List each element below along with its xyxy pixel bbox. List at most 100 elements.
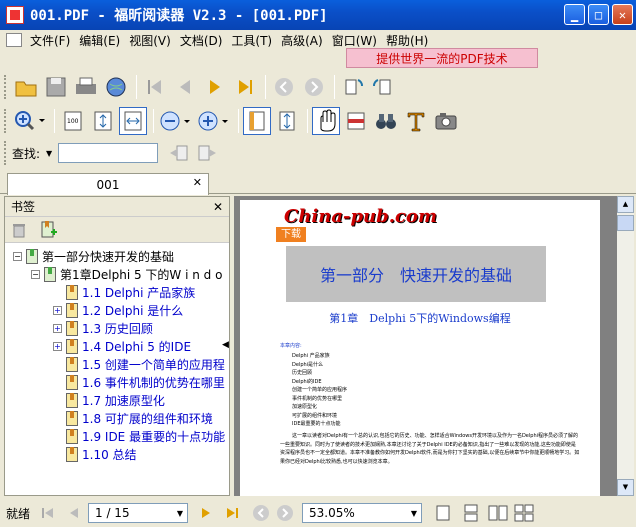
zoom-value: 53.05% — [309, 506, 355, 520]
toolbar-view: 100 — [4, 104, 462, 138]
page-number-input[interactable]: 1 / 15 ▼ — [88, 503, 188, 523]
tree-item[interactable]: 1.6 事件机制的优势在哪里 — [66, 373, 225, 391]
document-icon[interactable] — [6, 33, 22, 47]
fit-width-icon[interactable] — [119, 107, 147, 135]
view-continuous-facing-icon[interactable] — [514, 504, 534, 522]
hand-tool-icon[interactable] — [312, 107, 340, 135]
promo-banner[interactable]: 提供世界一流的PDF技术 — [346, 48, 538, 68]
menu-tools[interactable]: 工具(T) — [231, 32, 281, 49]
view-continuous-icon[interactable] — [462, 504, 480, 522]
status-last-page-icon[interactable] — [224, 505, 240, 521]
add-bookmark-icon[interactable] — [41, 220, 57, 239]
fit-page-icon[interactable] — [89, 107, 117, 135]
tree-item[interactable]: + 1.3 历史回顾 — [53, 319, 153, 337]
print-icon[interactable] — [72, 73, 100, 101]
vertical-scrollbar[interactable]: ▲ ▼ — [617, 196, 634, 496]
back-icon[interactable] — [270, 73, 298, 101]
contents-label: 本章内容: — [280, 343, 302, 349]
view-single-page-icon[interactable] — [434, 504, 452, 522]
find-options-dropdown-icon[interactable]: ▼ — [46, 149, 52, 158]
tree-item[interactable]: 1.10 总结 — [66, 445, 137, 463]
tree-item[interactable]: − 第一部分快速开发的基础 — [13, 247, 174, 265]
chapter-toc: Delphi 产品家族 Delphi是什么 历史回顾 Delphi的IDE 创建… — [292, 352, 347, 429]
collapse-panel-arrow-icon[interactable]: ◀ — [222, 340, 229, 350]
find-next-icon[interactable] — [194, 139, 222, 167]
previous-page-icon[interactable] — [171, 73, 199, 101]
menu-edit[interactable]: 编辑(E) — [79, 32, 129, 49]
tree-item[interactable]: 1.1 Delphi 产品家族 — [66, 283, 195, 301]
title-bar: 001.PDF - 福昕阅读器 V2.3 - [001.PDF] ▁ □ ✕ — [0, 0, 636, 30]
menu-view[interactable]: 视图(V) — [129, 32, 180, 49]
scroll-down-icon[interactable]: ▼ — [617, 479, 634, 496]
tree-item[interactable]: 1.8 可扩展的组件和环境 — [66, 409, 213, 427]
bookmarks-tree: − 第一部分快速开发的基础 − 第1章Delphi 5 下的W i n d o … — [5, 243, 229, 497]
actual-size-icon[interactable]: 100 — [59, 107, 87, 135]
zoom-in-icon[interactable] — [12, 107, 48, 135]
single-page-icon[interactable] — [243, 107, 271, 135]
tab-label: 001 — [96, 177, 120, 192]
tree-item[interactable]: 1.5 创建一个简单的应用程 — [66, 355, 225, 373]
status-back-icon[interactable] — [252, 504, 270, 522]
find-previous-icon[interactable] — [164, 139, 192, 167]
toolbar-grip[interactable] — [4, 141, 8, 165]
last-page-icon[interactable] — [231, 73, 259, 101]
tree-item[interactable]: 1.7 加速原型化 — [66, 391, 165, 409]
zoom-select[interactable]: 53.05% ▼ — [302, 503, 422, 523]
rotate-right-icon[interactable] — [369, 73, 397, 101]
app-icon[interactable] — [6, 6, 24, 24]
tree-item-label: 第1章Delphi 5 下的W i n d o — [60, 267, 223, 282]
tab-close-icon[interactable]: ✕ — [193, 176, 202, 189]
next-page-icon[interactable] — [201, 73, 229, 101]
part-title: 第一部分 快速开发的基础 — [286, 246, 546, 302]
status-previous-page-icon[interactable] — [66, 505, 82, 521]
status-first-page-icon[interactable] — [40, 505, 56, 521]
menu-window[interactable]: 窗口(W) — [332, 32, 386, 49]
close-panel-icon[interactable]: ✕ — [213, 200, 223, 214]
continuous-page-icon[interactable] — [273, 107, 301, 135]
toolbar-separator — [54, 109, 55, 133]
menu-file[interactable]: 文件(F) — [30, 32, 79, 49]
zoom-out-icon[interactable] — [158, 107, 194, 135]
first-page-icon[interactable] — [141, 73, 169, 101]
close-button[interactable]: ✕ — [612, 4, 633, 25]
tree-item[interactable]: + 1.2 Delphi 是什么 — [53, 301, 183, 319]
toolbar-grip[interactable] — [4, 109, 8, 133]
collapse-icon[interactable]: − — [13, 251, 22, 261]
zoom-in-circle-icon[interactable] — [196, 107, 232, 135]
maximize-button[interactable]: □ — [588, 4, 609, 25]
delete-bookmark-icon[interactable] — [11, 222, 27, 238]
document-view[interactable]: China-pub.com 下载 第一部分 快速开发的基础 第1章 Delphi… — [234, 196, 634, 496]
tree-item[interactable]: − 第1章Delphi 5 下的W i n d o — [31, 265, 222, 283]
collapse-icon[interactable]: − — [31, 269, 40, 279]
tree-item[interactable]: 1.9 IDE 最重要的十点功能 — [66, 427, 225, 445]
status-forward-icon[interactable] — [276, 504, 294, 522]
text-select-icon[interactable] — [402, 107, 430, 135]
download-badge[interactable]: 下载 — [276, 227, 306, 242]
zoom-dropdown-icon[interactable]: ▼ — [411, 509, 417, 518]
rotate-left-icon[interactable] — [339, 73, 367, 101]
expand-icon[interactable]: + — [53, 341, 62, 351]
open-icon[interactable] — [12, 73, 40, 101]
globe-icon[interactable] — [102, 73, 130, 101]
view-facing-icon[interactable] — [488, 504, 508, 522]
page-dropdown-icon[interactable]: ▼ — [177, 509, 183, 518]
tree-item[interactable]: + 1.4 Delphi 5 的IDE — [53, 337, 191, 355]
scroll-up-icon[interactable]: ▲ — [617, 196, 634, 213]
scroll-thumb[interactable] — [617, 215, 634, 231]
menu-advanced[interactable]: 高级(A) — [281, 32, 332, 49]
find-input[interactable] — [58, 143, 159, 163]
status-next-page-icon[interactable] — [198, 505, 214, 521]
find-binoculars-icon[interactable] — [372, 107, 400, 135]
toolbar-grip[interactable] — [4, 75, 8, 99]
camera-icon[interactable] — [432, 107, 460, 135]
snapshot-icon[interactable] — [342, 107, 370, 135]
toolbar-separator — [153, 109, 154, 133]
menu-help[interactable]: 帮助(H) — [386, 32, 437, 49]
save-icon[interactable] — [42, 73, 70, 101]
expand-icon[interactable]: + — [53, 323, 62, 333]
forward-icon[interactable] — [300, 73, 328, 101]
menu-document[interactable]: 文档(D) — [180, 32, 232, 49]
tab-001[interactable]: 001 ✕ — [7, 173, 209, 195]
expand-icon[interactable]: + — [53, 305, 62, 315]
minimize-button[interactable]: ▁ — [564, 4, 585, 25]
